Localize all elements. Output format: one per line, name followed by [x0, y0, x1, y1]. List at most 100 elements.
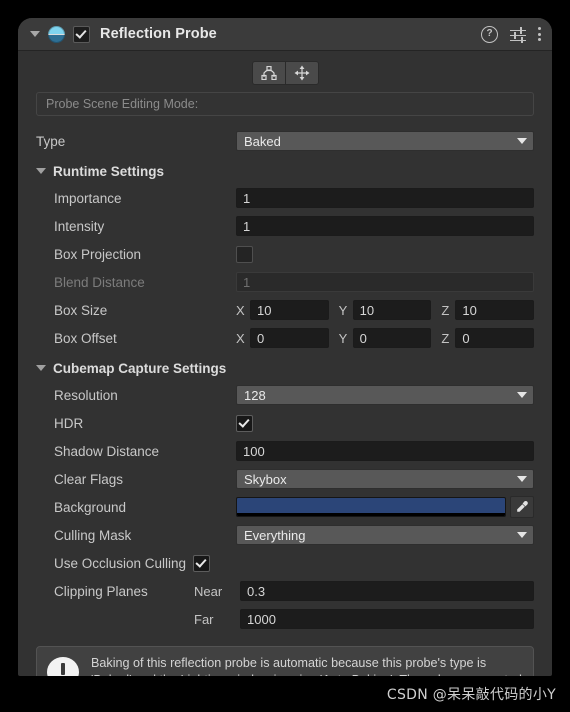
blend-distance-label: Blend Distance	[54, 274, 145, 290]
runtime-settings-title: Runtime Settings	[53, 163, 165, 179]
box-size-x: X 10	[236, 300, 329, 320]
resolution-dropdown[interactable]: 128	[236, 385, 534, 405]
box-offset-vector3: X 0 Y 0 Z 0	[236, 328, 535, 348]
importance-input[interactable]: 1	[236, 188, 534, 208]
box-offset-label: Box Offset	[54, 330, 117, 346]
type-value: Baked	[244, 133, 281, 149]
component-enabled-checkbox[interactable]	[73, 25, 90, 43]
inspector-body: Probe Scene Editing Mode: Type Baked Run…	[18, 51, 552, 676]
page-title: Reflection Probe	[100, 26, 217, 42]
axis-label-y: Y	[338, 330, 348, 346]
alpha-strip	[237, 513, 505, 516]
box-size-x-input[interactable]: 10	[250, 300, 329, 320]
section-cubemap-capture-settings[interactable]: Cubemap Capture Settings	[18, 356, 552, 380]
watermark: CSDN @呆呆敲代码的小Y	[386, 687, 556, 703]
intensity-input[interactable]: 1	[236, 216, 534, 236]
culling-mask-dropdown[interactable]: Everything	[236, 525, 534, 545]
near-input[interactable]: 0.3	[240, 581, 534, 601]
probe-scene-editing-mode-box: Probe Scene Editing Mode:	[36, 92, 534, 116]
row-type: Type Baked	[18, 128, 552, 154]
culling-mask-value: Everything	[244, 527, 306, 543]
box-offset-y-input[interactable]: 0	[352, 328, 432, 348]
row-blend-distance: Blend Distance 1	[18, 269, 552, 295]
far-input[interactable]: 1000	[240, 609, 534, 629]
move-probe-icon[interactable]	[284, 61, 319, 85]
row-hdr: HDR	[18, 410, 552, 436]
type-label: Type	[36, 133, 66, 149]
row-box-offset: Box Offset X 0 Y 0 Z 0	[18, 325, 552, 351]
box-offset-z: Z 0	[441, 328, 535, 348]
box-offset-z-input[interactable]: 0	[455, 328, 535, 348]
use-occlusion-culling-label: Use Occlusion Culling	[54, 555, 187, 571]
clear-flags-dropdown[interactable]: Skybox	[236, 469, 534, 489]
triangle-down-icon	[36, 168, 46, 174]
box-offset-x-input[interactable]: 0	[250, 328, 329, 348]
box-size-label: Box Size	[54, 302, 108, 318]
resolution-value: 128	[244, 387, 266, 403]
eyedropper-icon[interactable]	[510, 496, 534, 518]
axis-label-x: X	[236, 302, 245, 318]
row-culling-mask: Culling Mask Everything	[18, 522, 552, 548]
kebab-menu-icon[interactable]	[538, 27, 542, 42]
shadow-distance-label: Shadow Distance	[54, 443, 160, 459]
shadow-distance-input[interactable]: 100	[236, 441, 534, 461]
inspector-panel: Reflection Probe ? Probe Scene Editing M…	[18, 18, 552, 676]
row-use-occlusion-culling: Use Occlusion Culling	[18, 550, 552, 576]
near-label: Near	[194, 583, 223, 599]
far-label: Far	[194, 611, 214, 627]
box-projection-label: Box Projection	[54, 246, 142, 262]
reflection-probe-icon	[48, 25, 65, 43]
header-icon-group: ?	[481, 25, 542, 43]
box-offset-y: Y 0	[339, 328, 432, 348]
box-size-z: Z 10	[441, 300, 535, 320]
axis-label-x: X	[236, 330, 245, 346]
box-size-y-input[interactable]: 10	[352, 300, 432, 320]
row-resolution: Resolution 128	[18, 382, 552, 408]
box-projection-checkbox[interactable]	[236, 245, 253, 263]
box-offset-x: X 0	[236, 328, 329, 348]
importance-label: Importance	[54, 190, 122, 206]
info-message-text: Baking of this reflection probe is autom…	[91, 656, 522, 676]
row-box-size: Box Size X 10 Y 10 Z 10	[18, 297, 552, 323]
help-icon[interactable]: ?	[481, 25, 498, 43]
background-color-swatch[interactable]	[236, 497, 506, 517]
clear-flags-value: Skybox	[244, 471, 287, 487]
box-size-vector3: X 10 Y 10 Z 10	[236, 300, 535, 320]
chevron-down-icon	[517, 532, 527, 538]
row-shadow-distance: Shadow Distance 100	[18, 438, 552, 464]
preset-sliders-icon[interactable]	[510, 26, 526, 43]
triangle-down-icon	[36, 365, 46, 371]
background-color-row	[236, 496, 534, 518]
triangle-down-icon[interactable]	[30, 31, 40, 37]
edit-bounds-icon[interactable]	[251, 61, 285, 85]
probe-tools-toolbar	[18, 51, 552, 92]
row-importance: Importance 1	[18, 185, 552, 211]
blend-distance-input: 1	[236, 272, 534, 292]
culling-mask-label: Culling Mask	[54, 527, 132, 543]
chevron-down-icon	[517, 476, 527, 482]
use-occlusion-culling-checkbox[interactable]	[193, 554, 211, 572]
box-size-y: Y 10	[339, 300, 432, 320]
probe-scene-editing-mode-label: Probe Scene Editing Mode:	[46, 97, 199, 111]
axis-label-z: Z	[441, 302, 450, 318]
box-size-z-input[interactable]: 10	[455, 300, 535, 320]
row-background: Background	[18, 494, 552, 520]
row-clipping-planes-near: Clipping Planes Near 0.3	[18, 578, 552, 604]
cubemap-settings-title: Cubemap Capture Settings	[53, 360, 227, 376]
screenshot-root: Reflection Probe ? Probe Scene Editing M…	[0, 0, 570, 712]
clipping-planes-label: Clipping Planes	[54, 583, 148, 599]
background-label: Background	[54, 499, 127, 515]
resolution-label: Resolution	[54, 387, 118, 403]
clear-flags-label: Clear Flags	[54, 471, 124, 487]
hdr-checkbox[interactable]	[236, 414, 253, 432]
intensity-label: Intensity	[54, 218, 105, 234]
axis-label-y: Y	[338, 302, 348, 318]
hdr-label: HDR	[54, 415, 84, 431]
row-clipping-planes-far: Far 1000	[18, 606, 552, 632]
section-runtime-settings[interactable]: Runtime Settings	[18, 159, 552, 183]
chevron-down-icon	[517, 138, 527, 144]
component-header[interactable]: Reflection Probe ?	[18, 18, 552, 51]
type-dropdown[interactable]: Baked	[236, 131, 534, 151]
axis-label-z: Z	[441, 330, 450, 346]
row-intensity: Intensity 1	[18, 213, 552, 239]
